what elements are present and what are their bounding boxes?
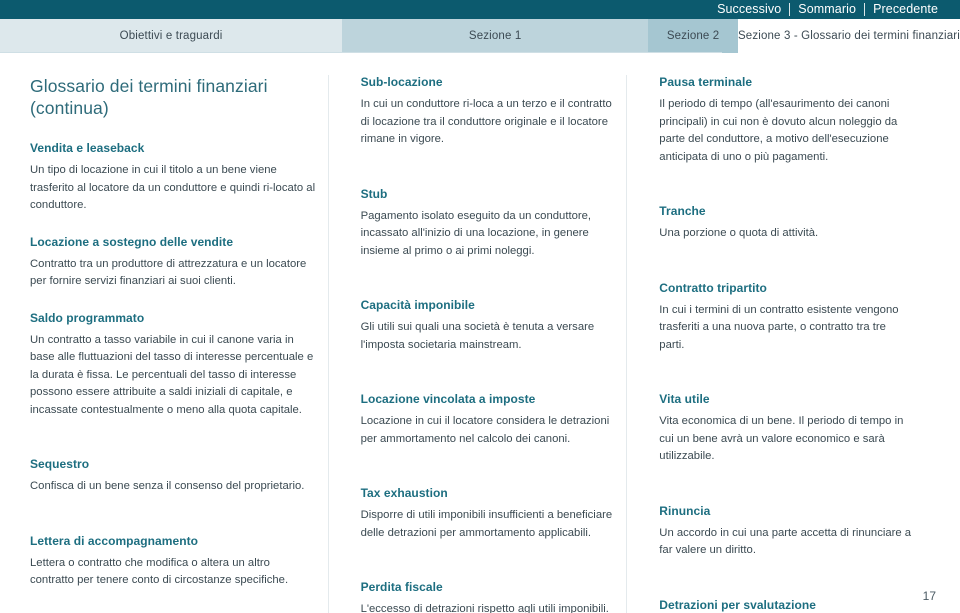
nav-next-link[interactable]: Successivo [709, 0, 789, 19]
term-title: Rinuncia [659, 503, 711, 518]
top-navigation-bar: Successivo Sommario Precedente [0, 0, 960, 19]
column-divider [626, 75, 628, 613]
tab-label: Sezione 3 - Glossario dei termini finanz… [737, 30, 960, 42]
term-definition: Un tipo di locazione in cui il titolo a … [30, 164, 316, 211]
glossary-term: Perdita fiscale L'eccesso di detrazioni … [361, 580, 616, 613]
term-definition: In cui un conduttore ri-loca a un terzo … [360, 98, 612, 145]
term-definition: Un contratto a tasso variabile in cui il… [30, 333, 314, 416]
tab-label: Sezione 2 [666, 30, 720, 42]
term-title: Detrazioni per svalutazione [659, 597, 817, 612]
term-title: Vendita e leaseback [30, 141, 145, 155]
glossary-term: Rinuncia Un accordo in cui una parte acc… [659, 504, 914, 560]
glossary-term: Capacità imponibile Gli utili sui quali … [361, 298, 616, 354]
nav-separator-icon [789, 3, 791, 16]
term-title: Contratto tripartito [659, 280, 767, 295]
term-title: Lettera di accompagnamento [30, 533, 199, 548]
term-title: Perdita fiscale [360, 580, 443, 594]
tab-sezione-2[interactable]: Sezione 2 [648, 19, 738, 53]
term-definition: L'eccesso di detrazioni rispetto agli ut… [360, 603, 609, 613]
term-definition: Locazione in cui il locatore considera l… [360, 415, 610, 445]
term-title: Locazione a sostegno delle vendite [30, 234, 234, 249]
glossary-term: Locazione vincolata a imposte Locazione … [361, 392, 616, 448]
tab-sezione-3-glossario[interactable]: Sezione 3 - Glossario dei termini finanz… [737, 19, 960, 53]
nav-summary-link[interactable]: Sommario [790, 0, 864, 19]
column-divider [327, 75, 329, 613]
term-definition: Un accordo in cui una parte accetta di r… [659, 526, 912, 557]
glossary-column-1: Glossario dei termini finanziari (contin… [30, 75, 339, 613]
term-title: Tranche [659, 204, 706, 218]
page-number: 17 [922, 589, 936, 603]
term-definition: Una porzione o quota di attività. [659, 227, 819, 239]
term-title: Pausa terminale [659, 75, 753, 89]
term-title: Tax exhaustion [360, 486, 448, 500]
tab-label: Obiettivi e traguardi [119, 30, 223, 42]
term-title: Saldo programmato [30, 310, 145, 325]
glossary-content: Glossario dei termini finanziari (contin… [0, 53, 960, 613]
tab-obiettivi-e-traguardi[interactable]: Obiettivi e traguardi [0, 19, 343, 53]
term-title: Stub [360, 186, 388, 201]
glossary-term: Sub-locazione In cui un conduttore ri-lo… [361, 75, 616, 149]
glossary-term: Pausa terminale Il periodo di tempo (all… [659, 75, 914, 166]
term-title: Locazione vincolata a imposte [360, 392, 536, 406]
term-definition: Il periodo di tempo (all'esaurimento dei… [659, 98, 898, 163]
page-title: Glossario dei termini finanziari (contin… [30, 76, 268, 118]
term-definition: Vita economica di un bene. Il periodo di… [659, 415, 904, 462]
glossary-term: Tax exhaustion Disporre di utili imponib… [361, 486, 616, 542]
glossary-term: Vita utile Vita economica di un bene. Il… [659, 392, 914, 466]
term-definition: Disporre di utili imponibili insufficien… [360, 509, 613, 539]
nav-separator-icon [864, 3, 866, 16]
glossary-term: Lettera di accompagnamento Lettera o con… [30, 534, 317, 590]
glossary-term: Locazione a sostegno delle vendite Contr… [30, 235, 317, 291]
glossary-term: Saldo programmato Un contratto a tasso v… [30, 311, 317, 420]
glossary-term: Vendita e leaseback Un tipo di locazione… [30, 141, 317, 215]
nav-previous-link[interactable]: Precedente [865, 0, 946, 19]
term-title: Sequestro [30, 457, 90, 471]
tab-sezione-1[interactable]: Sezione 1 [342, 19, 649, 53]
term-title: Vita utile [659, 392, 710, 406]
term-title: Sub-locazione [360, 75, 443, 89]
glossary-term: Detrazioni per svalutazione La percentua… [659, 598, 914, 613]
glossary-column-3: Pausa terminale Il periodo di tempo (all… [637, 75, 936, 613]
term-definition: In cui i termini di un contratto esisten… [659, 303, 899, 351]
tab-label: Sezione 1 [468, 30, 522, 42]
term-definition: Contratto tra un produttore di attrezzat… [30, 257, 307, 288]
term-title: Capacità imponibile [360, 298, 475, 312]
glossary-column-2: Sub-locazione In cui un conduttore ri-lo… [339, 75, 638, 613]
glossary-term: Sequestro Confisca di un bene senza il c… [30, 457, 317, 496]
term-definition: Pagamento isolato eseguito da un condutt… [360, 209, 592, 257]
term-definition: Confisca di un bene senza il consenso de… [30, 480, 305, 492]
glossary-term: Tranche Una porzione o quota di attività… [659, 204, 914, 243]
top-nav-links: Successivo Sommario Precedente [709, 0, 946, 19]
glossary-term: Stub Pagamento isolato eseguito da un co… [361, 187, 616, 261]
term-definition: Gli utili sui quali una società è tenuta… [360, 321, 595, 351]
term-definition: Lettera o contratto che modifica o alter… [30, 556, 289, 587]
section-tab-strip: Obiettivi e traguardi Sezione 1 Sezione … [0, 19, 960, 53]
glossary-term: Contratto tripartito In cui i termini di… [659, 281, 914, 355]
